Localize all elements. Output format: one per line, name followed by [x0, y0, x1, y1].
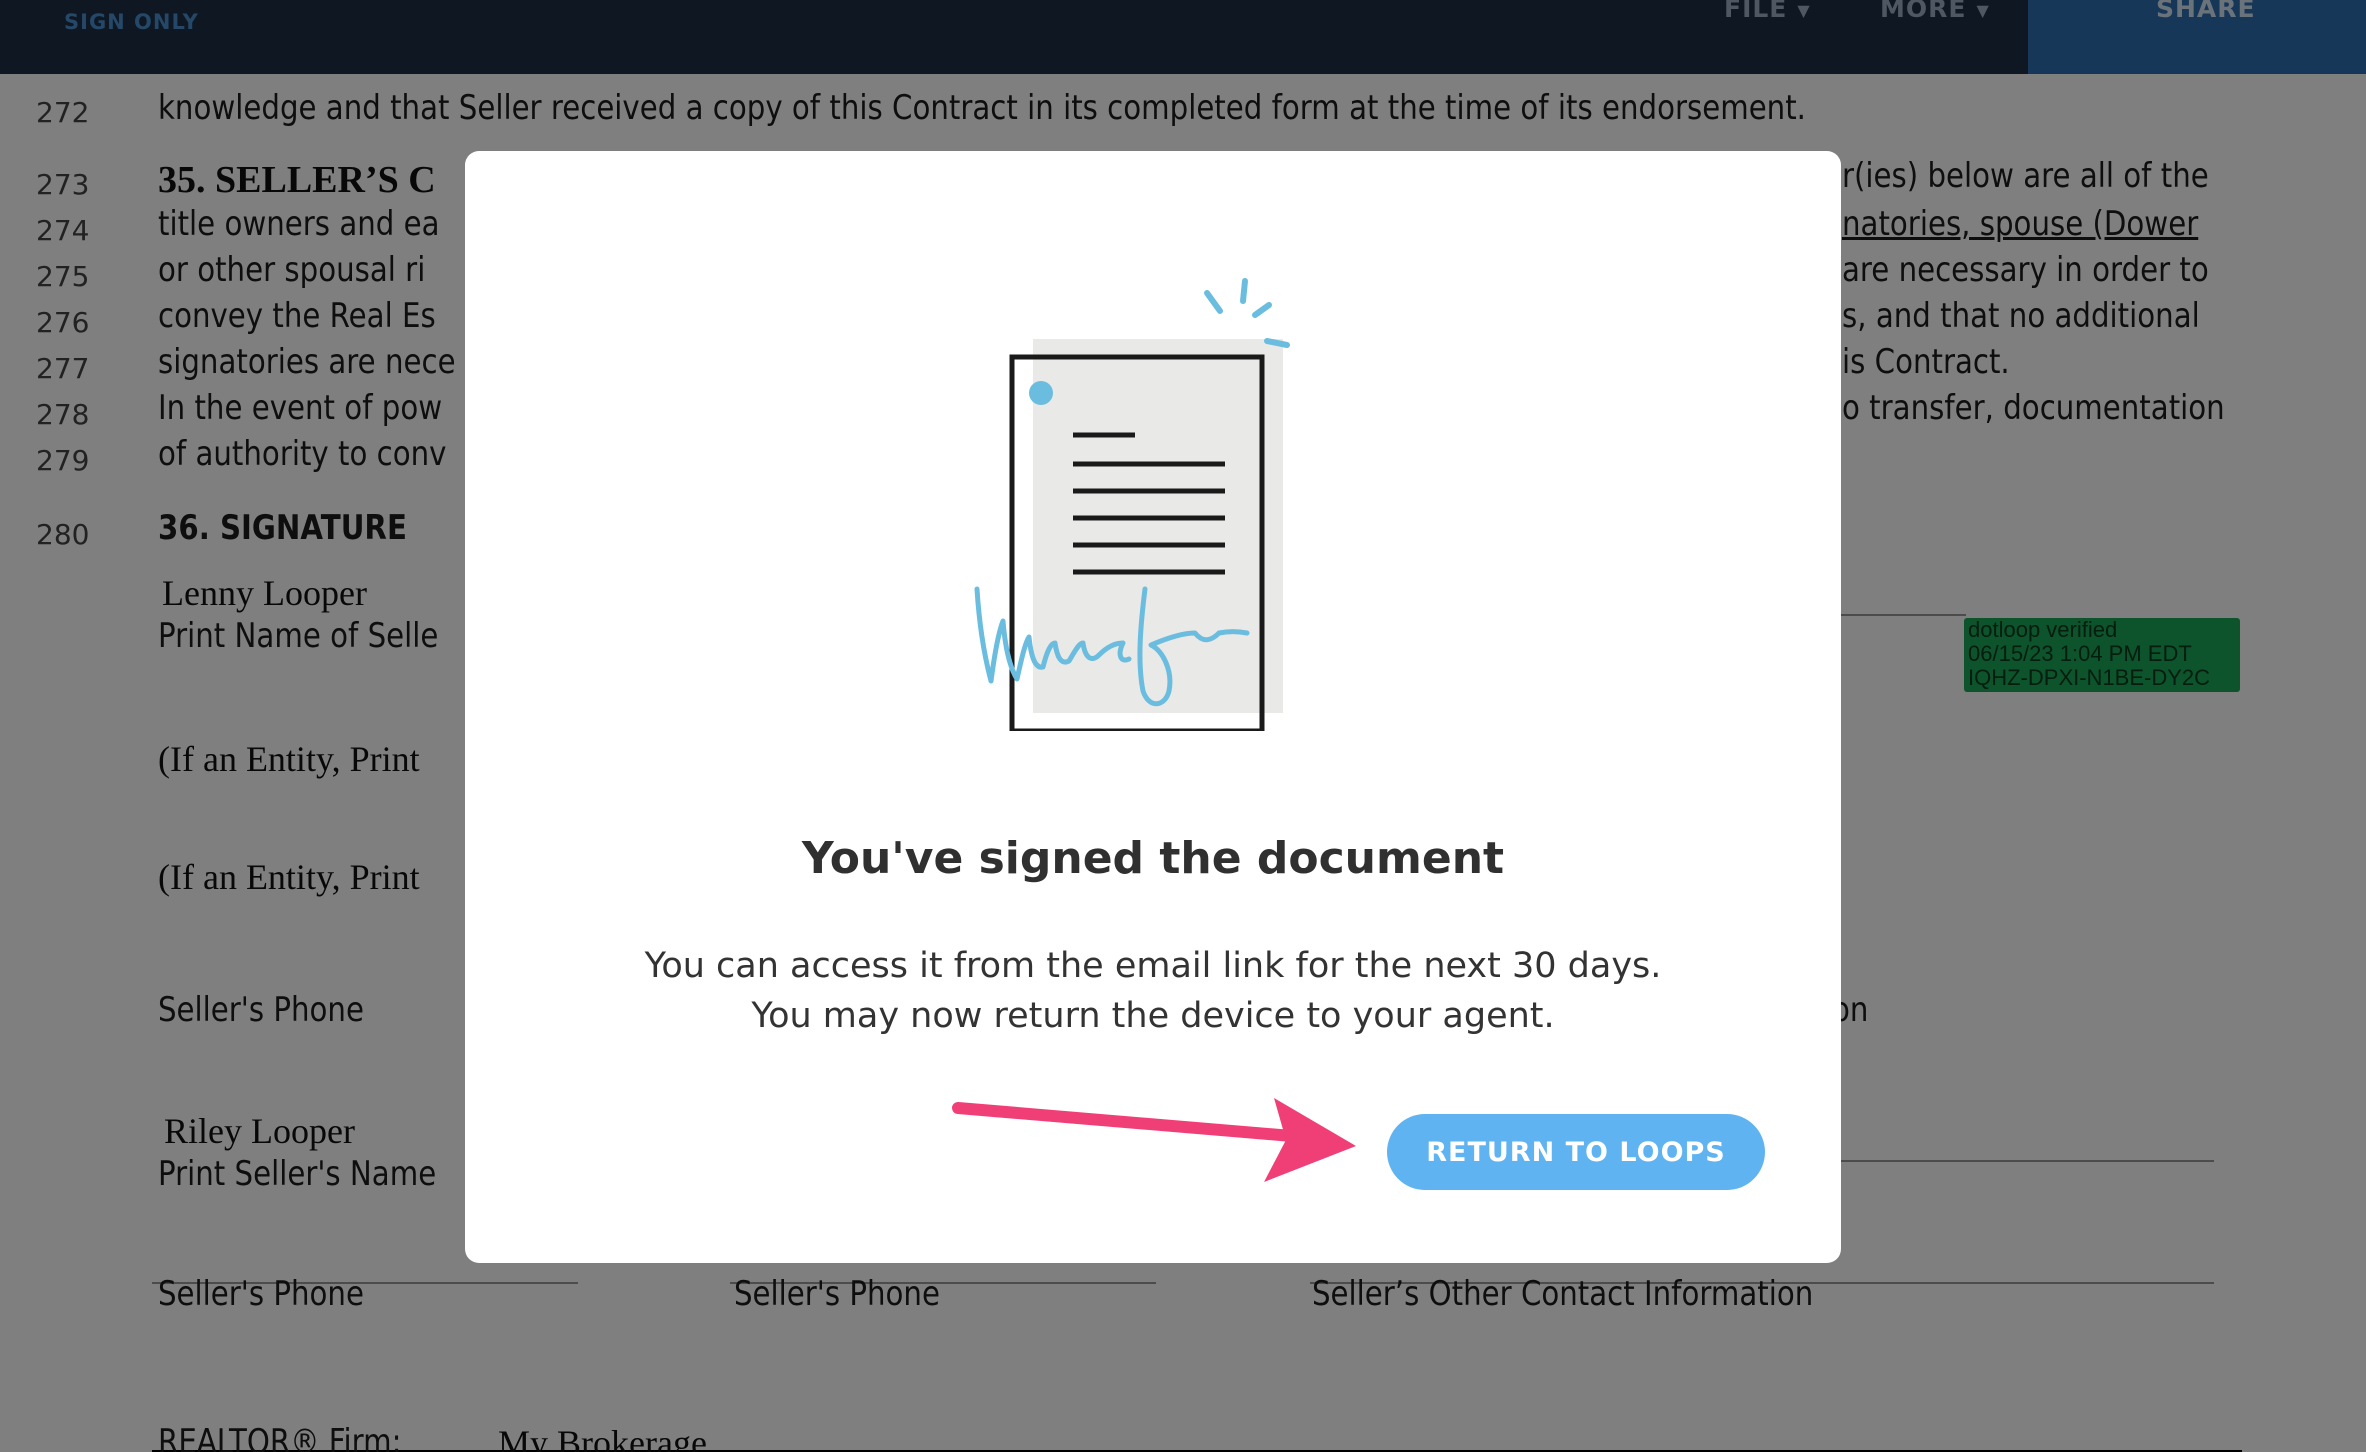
signed-document-icon [974, 278, 1290, 731]
dialog-message: You can access it from the email link fo… [465, 941, 1841, 1041]
dialog-message-line: You may now return the device to your ag… [751, 996, 1555, 1036]
dialog-title: You've signed the document [801, 833, 1505, 884]
signed-confirmation-dialog: You've signed the document You can acces… [465, 151, 1841, 1263]
dialog-message-line: You can access it from the email link fo… [644, 946, 1662, 986]
return-to-loops-button[interactable]: RETURN TO LOOPS [1387, 1114, 1765, 1190]
